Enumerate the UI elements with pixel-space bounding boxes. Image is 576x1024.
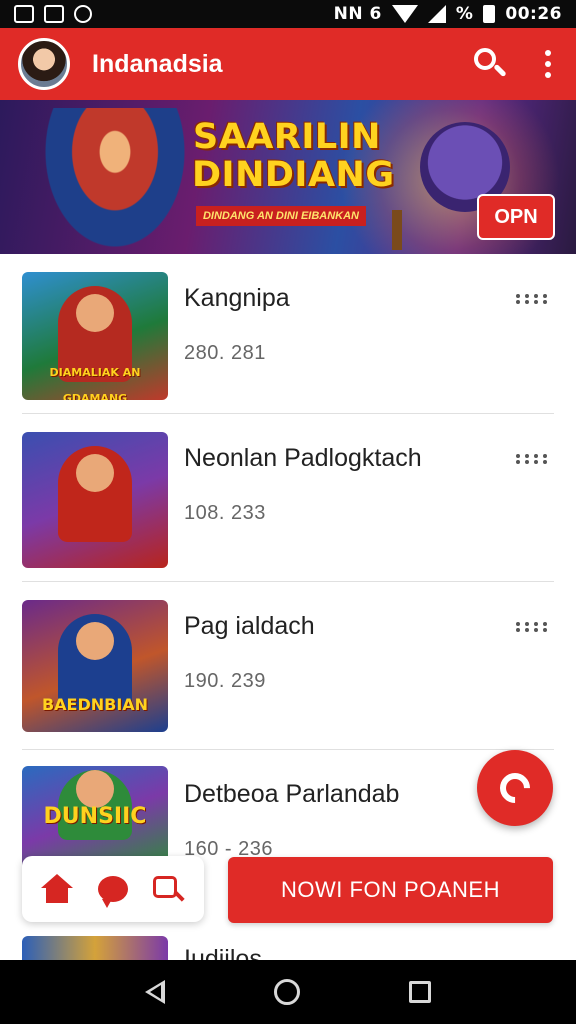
chat-icon[interactable] [97,876,128,908]
refresh-icon [493,766,537,810]
item-meta: 280. 281 [184,342,266,364]
banner-tagline: DINDANG AN DINI EIBANKAN [196,206,366,226]
app-bar: Indanadsia [0,28,576,100]
list-item[interactable]: BAEDNBIAN Pag ialdach 190. 239 [22,582,554,750]
item-more-icon[interactable] [516,622,550,636]
thumbnail-logo: DUNSIIC [43,804,147,829]
banner-palm-art [392,210,402,250]
item-thumbnail: BAEDNBIAN [22,600,168,732]
sync-icon [74,5,92,23]
cta-button[interactable]: NOWI FON POANEH [228,857,553,923]
battery-icon [483,5,496,23]
item-more-icon[interactable] [516,294,550,308]
search-icon[interactable] [468,42,512,86]
item-title: Kangnipa [184,284,290,312]
promo-banner[interactable]: SAARILIN DINDIANG DINDANG AN DINI EIBANK… [0,100,576,254]
item-title: Pag ialdach [184,612,315,640]
search-lens [474,48,496,70]
more-vert-icon[interactable] [538,44,558,84]
item-title: Detbeoa Parlandab [184,780,400,808]
battery-text: % [455,4,474,24]
banner-headline: SAARILIN DINDIANG [192,117,395,195]
home-circle-icon[interactable] [273,979,300,1005]
item-thumbnail [22,432,168,568]
banner-hero-art [40,108,190,254]
search-handle [493,63,507,78]
list-item[interactable]: Neonlan Padlogktach 108. 233 [22,414,554,582]
network-text: NN 6 [333,4,382,24]
thumbnail-logo: BAEDNBIAN [41,695,149,714]
cat-icon [44,5,64,23]
search-icon[interactable] [153,874,185,904]
item-thumbnail [22,936,168,960]
item-title: Neonlan Padlogktach [184,444,422,472]
peek-item-title: Iudiilos [184,945,262,960]
system-nav-bar [0,960,576,1024]
list-item[interactable]: DIAMALIAK AN GDAMANG Kangnipa 280. 281 [22,254,554,414]
item-more-icon[interactable] [516,454,550,468]
avatar[interactable] [18,38,70,90]
item-thumbnail: DIAMALIAK AN GDAMANG [22,272,168,400]
screen: NN 6 % 00:26 Indanadsia SAARILIN DINDIAN… [0,0,576,1024]
status-bar: NN 6 % 00:26 [0,0,576,28]
back-icon[interactable] [144,980,165,1004]
item-thumbnail: DUNSIIC [22,766,168,870]
clock: 00:26 [505,4,562,24]
fab-refresh-button[interactable] [477,750,553,826]
status-left [14,5,92,23]
signal-icon [427,5,446,23]
item-meta: 190. 239 [184,670,266,692]
recents-icon[interactable] [409,981,432,1003]
wifi-icon [391,5,418,23]
item-meta: 108. 233 [184,502,266,524]
status-right: NN 6 % 00:26 [334,4,562,24]
thumbnail-logo: DIAMALIAK AN GDAMANG [49,366,141,400]
banner-open-button[interactable]: OPN [477,194,555,240]
home-icon[interactable] [40,874,73,904]
bottom-nav [22,856,204,922]
gallery-icon [14,5,34,23]
app-title: Indanadsia [92,49,223,78]
